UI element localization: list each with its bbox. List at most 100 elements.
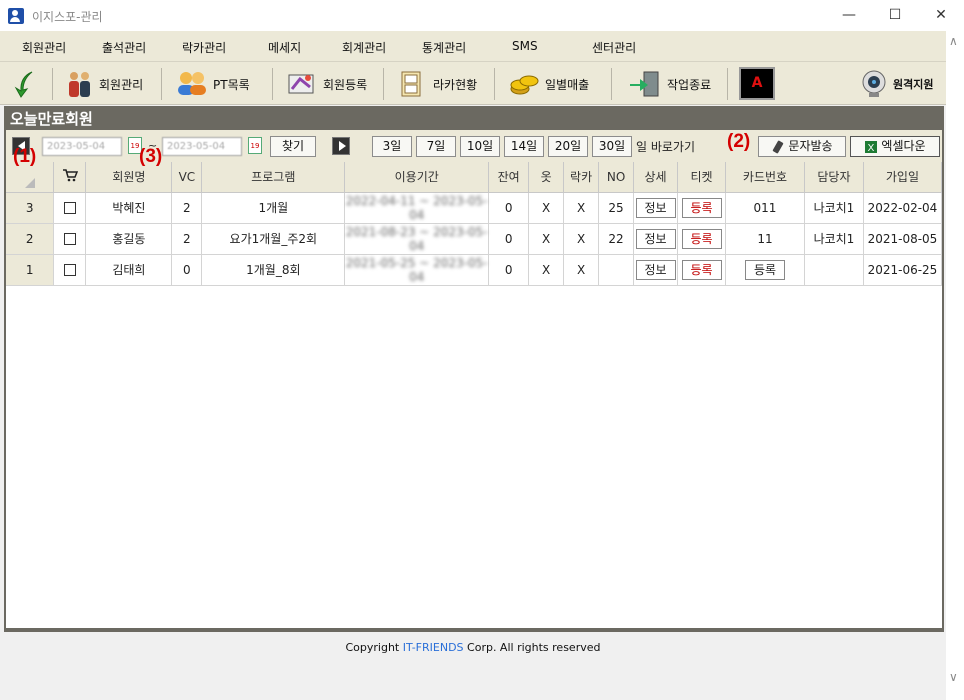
close-button[interactable]: ✕ [918,0,964,31]
scroll-down-icon[interactable]: ∨ [949,670,958,684]
col-header-clothes[interactable]: 옷 [528,162,565,193]
select-all-triangle-icon [25,177,36,188]
remote-support-button[interactable]: 원격지원 [860,66,933,102]
ticket-cell: 등록 [677,223,727,255]
usage-period: 2022-04-11 ~ 2023-05-04 [344,192,490,224]
pt-list-button[interactable]: PT목록 [176,66,250,102]
locker-no: 22 [598,223,635,255]
remaining: 0 [488,254,530,286]
app-icon [8,8,24,24]
col-header-vc[interactable]: VC [171,162,203,193]
toolbar-separator [494,68,495,100]
window-title: 이지스포-관리 [32,10,103,24]
next-date-button[interactable] [332,137,350,155]
daily-sales-label: 일별매출 [545,77,590,92]
excel-download-button[interactable]: X 엑셀다운 [850,136,940,157]
col-header-joined[interactable]: 가입일 [863,162,943,193]
copyright-suffix: Corp. All rights reserved [463,641,601,654]
annotation-1: (1) [13,146,37,167]
locker-flag: X [563,254,600,286]
date-to-input[interactable]: 2023-05-04 [162,137,242,156]
col-header-period[interactable]: 이용기간 [344,162,490,193]
usage-period: 2021-05-25 ~ 2023-05-04 [344,254,490,286]
row-checkbox-cell [53,223,87,255]
col-header-detail[interactable]: 상세 [633,162,679,193]
col-header-program[interactable]: 프로그램 [201,162,346,193]
clothes-flag: X [528,223,565,255]
col-header-card[interactable]: 카드번호 [725,162,805,193]
copyright-prefix: Copyright [345,641,403,654]
detail-info-button[interactable]: 정보 [635,259,676,280]
quick-14days-button[interactable]: 14일 [504,136,544,157]
table-row[interactable]: 2 홍길동 2 요가1개월_주2회 2021-08-23 ~ 2023-05-0… [6,223,943,255]
row-checkbox[interactable] [63,264,76,276]
minimize-button[interactable]: — [826,0,872,31]
date-from-input[interactable]: 2023-05-04 [42,137,122,156]
clothes-flag: X [528,254,565,286]
row-checkbox[interactable] [63,202,76,214]
row-checkbox-cell [53,254,87,286]
ticket-register-button[interactable]: 등록 [681,259,722,280]
find-button[interactable]: 찾기 [270,136,316,157]
manager-name [804,254,864,286]
daily-sales-button[interactable]: 일별매출 [508,66,589,102]
detail-info-button[interactable]: 정보 [635,197,676,218]
menu-member-mgmt[interactable]: 회원관리 [22,39,66,56]
card-register-button[interactable]: 등록 [744,259,785,280]
remaining: 0 [488,223,530,255]
card-cell: 등록 [725,254,805,286]
ticket-cell: 등록 [677,254,727,286]
col-header-no[interactable]: NO [598,162,635,193]
vertical-scrollbar[interactable] [946,31,964,700]
col-header-remain[interactable]: 잔여 [488,162,530,193]
row-checkbox[interactable] [63,233,76,245]
menu-statistics[interactable]: 통계관리 [422,39,466,56]
col-header-ticket[interactable]: 티켓 [677,162,727,193]
pt-list-label: PT목록 [213,77,250,92]
row-number: 3 [6,192,55,224]
member-mgmt-button[interactable]: 회원관리 [64,66,143,102]
exit-door-icon [630,71,659,97]
ticket-register-button[interactable]: 등록 [681,197,722,218]
annotation-2: (2) [727,131,751,152]
table-row[interactable]: 3 박혜진 2 1개월 2022-04-11 ~ 2023-05-04 0 X … [6,192,943,224]
detail-info-button[interactable]: 정보 [635,228,676,249]
menu-sms[interactable]: SMS [512,39,538,53]
member-name: 김태희 [85,254,173,286]
ticket-register-button[interactable]: 등록 [681,228,722,249]
quick-20days-button[interactable]: 20일 [548,136,588,157]
back-button[interactable] [12,66,38,102]
member-reg-label: 회원등록 [323,77,368,92]
calendar-icon[interactable]: 19 [248,137,262,154]
toolbar: 회원관리 PT목록 회원등록 라카현황 일별매출 작업종료 A 원격지원 [0,61,946,105]
menu-locker[interactable]: 락카관리 [182,39,226,56]
col-header-locker[interactable]: 락카 [563,162,600,193]
quick-30days-button[interactable]: 30일 [592,136,632,157]
a-shortcut-button[interactable]: A [739,67,775,100]
people-icon [69,72,90,97]
quick-3days-button[interactable]: 3일 [372,136,412,157]
end-work-button[interactable]: 작업종료 [628,66,711,102]
detail-cell: 정보 [633,223,679,255]
panel-title: 오늘만료회원 [10,110,93,128]
quick-7days-button[interactable]: 7일 [416,136,456,157]
annotation-3: (3) [139,146,163,167]
locker-status-button[interactable]: 라카현황 [396,66,477,102]
excel-download-label: 엑셀다운 [881,139,926,153]
table-row[interactable]: 1 김태희 0 1개월_8회 2021-05-25 ~ 2023-05-04 0… [6,254,943,286]
register-icon [288,74,314,94]
row-number: 2 [6,223,55,255]
menu-accounting[interactable]: 회계관리 [342,39,386,56]
manager-name: 나코치1 [804,223,864,255]
card-number: 11 [725,223,805,255]
menu-message[interactable]: 메세지 [268,39,301,56]
menu-attendance[interactable]: 출석관리 [102,39,146,56]
menu-center[interactable]: 센터관리 [592,39,636,56]
quick-10days-button[interactable]: 10일 [460,136,500,157]
member-reg-button[interactable]: 회원등록 [286,66,367,102]
sms-send-button[interactable]: 문자발송 [758,136,846,157]
program-name: 1개월_8회 [201,254,346,286]
maximize-button[interactable]: ☐ [872,0,918,31]
col-header-manager[interactable]: 담당자 [804,162,864,193]
scroll-up-icon[interactable]: ∧ [949,34,958,48]
